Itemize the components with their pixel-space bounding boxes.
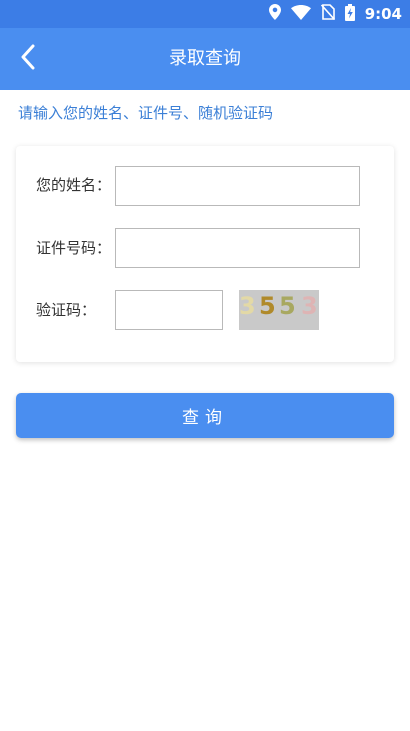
- app-bar: 录取查询: [0, 28, 410, 90]
- captcha-label: 验证码：: [36, 301, 97, 319]
- query-form-card: 您的姓名： 证件号码： 验证码： 3 5 5 3: [16, 146, 394, 362]
- name-label: 您的姓名：: [36, 176, 112, 194]
- id-number-input[interactable]: [115, 228, 360, 268]
- id-number-label: 证件号码：: [36, 239, 112, 257]
- status-icons: 9:04: [268, 3, 402, 25]
- captcha-char: 3: [301, 292, 318, 320]
- page-title: 录取查询: [169, 48, 241, 69]
- query-button[interactable]: 查询: [16, 393, 394, 438]
- name-input[interactable]: [115, 166, 360, 206]
- captcha-image[interactable]: 3 5 5 3: [239, 290, 319, 330]
- captcha-input[interactable]: [115, 290, 223, 330]
- battery-charging-icon: [344, 3, 355, 25]
- captcha-char: 3: [239, 292, 256, 320]
- captcha-char: 5: [279, 292, 296, 320]
- wifi-icon: [290, 4, 311, 24]
- status-time: 9:04: [364, 5, 402, 23]
- location-icon: [268, 4, 281, 24]
- status-bar: 9:04: [0, 0, 410, 28]
- no-sim-icon: [320, 4, 335, 24]
- captcha-char: 5: [259, 292, 276, 320]
- instruction-hint: 请输入您的姓名、证件号、随机验证码: [18, 104, 274, 122]
